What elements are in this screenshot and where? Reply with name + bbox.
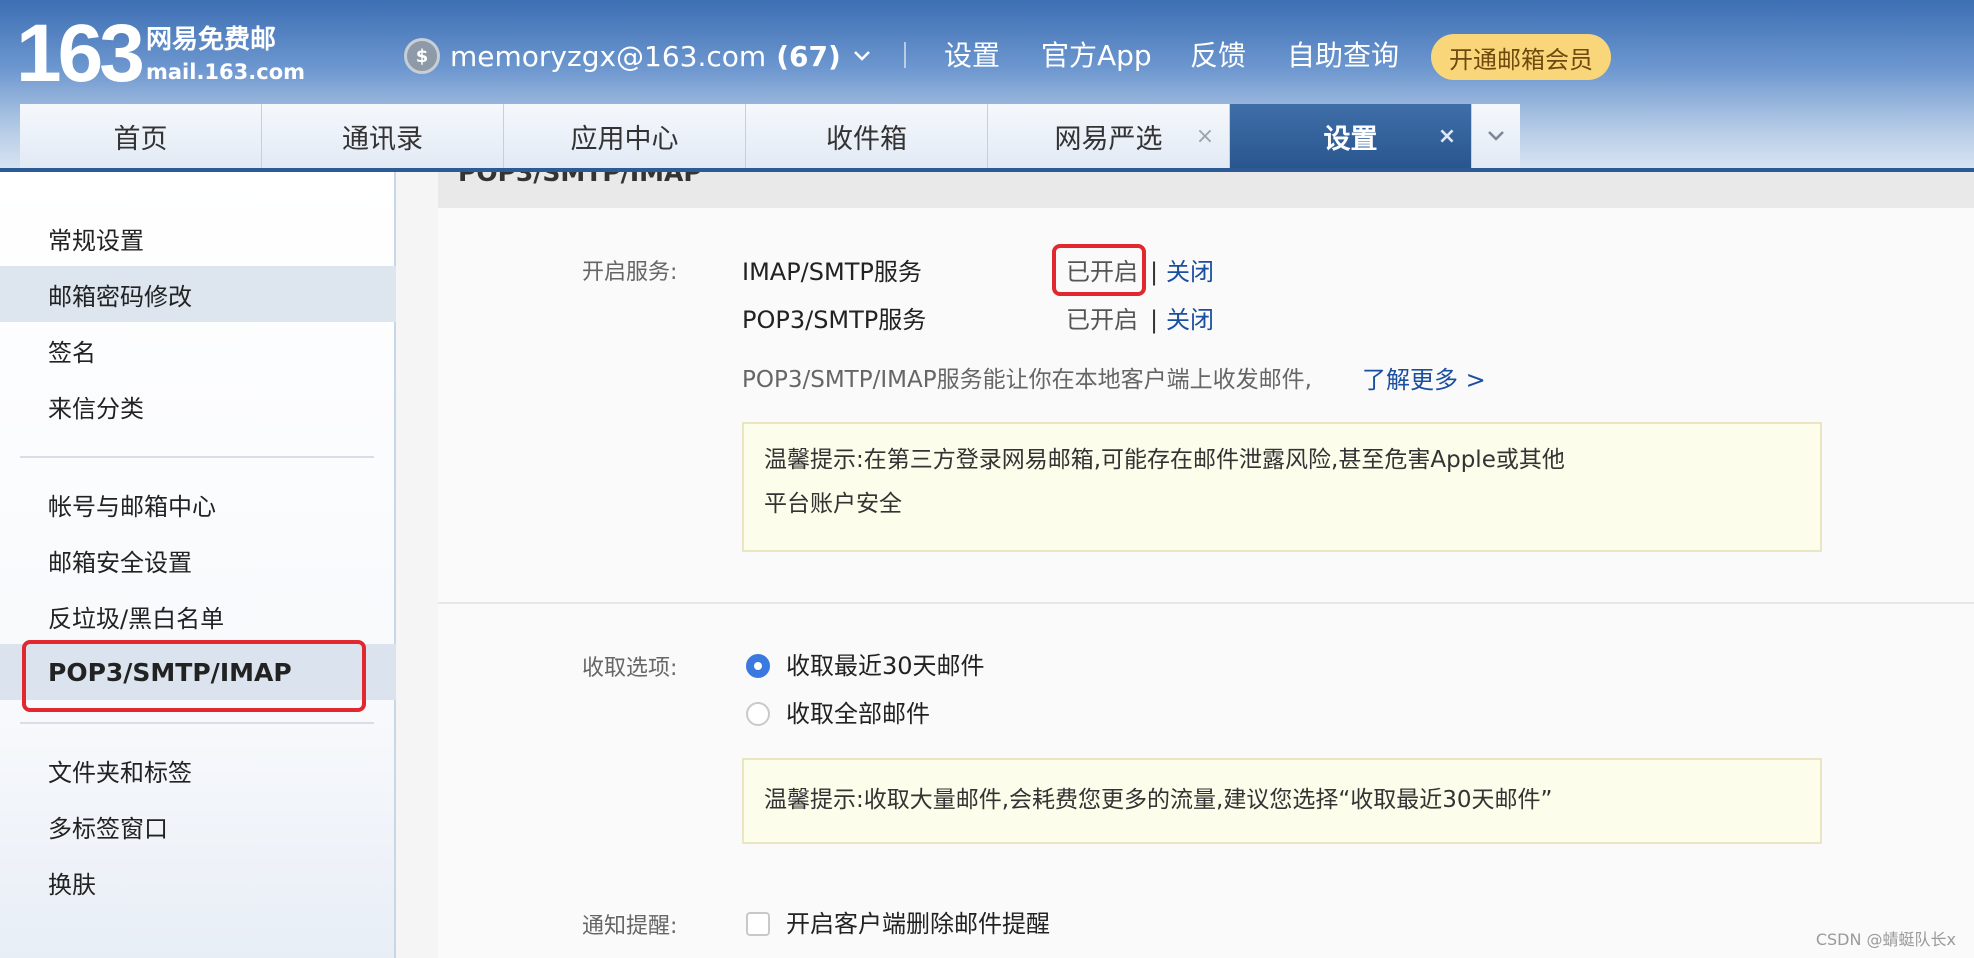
pop3-close-link[interactable]: 关闭 (1166, 304, 1214, 336)
close-icon[interactable]: × (1193, 124, 1217, 149)
unread-count: (67) (776, 39, 841, 73)
header-divider (904, 42, 906, 68)
imap-close-link[interactable]: 关闭 (1166, 256, 1214, 288)
account-avatar-icon: $ (404, 38, 440, 74)
services-label: 开启服务: (582, 260, 678, 285)
pop3-service-name: POP3/SMTP服务 (742, 306, 927, 334)
sidebar-item-multi-tab[interactable]: 多标签窗口 (0, 798, 396, 854)
sidebar-item-mail-filter[interactable]: 来信分类 (0, 378, 396, 434)
sidebar-divider (20, 722, 374, 724)
sidebar-item-folders-labels[interactable]: 文件夹和标签 (0, 742, 396, 798)
logo-name[interactable]: 网易免费邮 (146, 24, 276, 56)
security-tip-box: 温馨提示:在第三方登录网易邮箱,可能存在邮件泄露风险,甚至危害Apple或其他 … (742, 422, 1822, 552)
tab-bar: 首页 通讯录 应用中心 收件箱 网易严选 × 设置 × (20, 104, 1520, 168)
vip-membership-button[interactable]: 开通邮箱会员 (1431, 34, 1611, 80)
sidebar-divider (20, 456, 374, 458)
tip-text: 温馨提示:在第三方登录网易邮箱,可能存在邮件泄露风险,甚至危害Apple或其他 (764, 447, 1565, 473)
tab-contacts[interactable]: 通讯录 (262, 104, 504, 168)
tip-text: 温馨提示:收取大量邮件,会耗费您更多的流量,建议您选择“收取最近30天邮件” (764, 787, 1553, 813)
tab-label: 收件箱 (826, 123, 907, 155)
radio-all-mail[interactable] (746, 702, 770, 726)
logo-domain[interactable]: mail.163.com (146, 58, 305, 86)
notify-label: 通知提醒: (582, 914, 678, 939)
tab-settings[interactable]: 设置 × (1230, 104, 1472, 168)
traffic-tip-box: 温馨提示:收取大量邮件,会耗费您更多的流量,建议您选择“收取最近30天邮件” (742, 758, 1822, 844)
tab-label: 首页 (113, 123, 168, 155)
radio-label[interactable]: 收取全部邮件 (786, 698, 930, 730)
section-header: POP3/SMTP/IMAP (438, 172, 1974, 208)
header-link-self-service[interactable]: 自助查询 (1287, 36, 1399, 76)
tab-app-center[interactable]: 应用中心 (504, 104, 746, 168)
chevron-down-icon (1487, 127, 1505, 146)
radio-label[interactable]: 收取最近30天邮件 (786, 650, 985, 682)
separator: | (1150, 306, 1159, 334)
watermark: CSDN @蜻蜓队长x (1815, 930, 1956, 949)
highlight-annotation (1052, 244, 1146, 296)
sidebar-item-account-center[interactable]: 帐号与邮箱中心 (0, 476, 396, 532)
service-description: POP3/SMTP/IMAP服务能让你在本地客户端上收发邮件, (742, 367, 1312, 393)
tab-label: 网易严选 (1054, 123, 1163, 155)
separator: | (1150, 258, 1159, 286)
sidebar-item-signature[interactable]: 签名 (0, 322, 396, 378)
header-link-settings[interactable]: 设置 (944, 36, 1000, 76)
tab-yanxuan[interactable]: 网易严选 × (988, 104, 1230, 168)
chevron-down-icon[interactable] (851, 45, 873, 67)
header-link-feedback[interactable]: 反馈 (1190, 36, 1246, 76)
logo-163[interactable]: 163 (16, 4, 145, 104)
settings-sidebar: 常规设置 邮箱密码修改 签名 来信分类 帐号与邮箱中心 邮箱安全设置 反垃圾/黑… (0, 172, 396, 958)
sidebar-item-pop3-smtp-imap[interactable]: POP3/SMTP/IMAP (0, 640, 396, 712)
more-tabs-button[interactable] (1472, 104, 1520, 168)
receive-label: 收取选项: (582, 656, 678, 681)
close-icon[interactable]: × (1435, 124, 1459, 149)
account-email: memoryzgx@163.com (450, 39, 767, 73)
sidebar-item-skin[interactable]: 换肤 (0, 854, 396, 910)
sidebar-item-security[interactable]: 邮箱安全设置 (0, 532, 396, 588)
learn-more-link[interactable]: 了解更多 > (1362, 364, 1486, 396)
settings-content: POP3/SMTP/IMAP 开启服务: IMAP/SMTP服务 已开启 | 关… (438, 172, 1974, 958)
tab-label: 通讯录 (342, 123, 423, 155)
sidebar-item-antispam[interactable]: 反垃圾/黑白名单 (0, 588, 396, 644)
pop3-status: 已开启 (1066, 306, 1138, 334)
delete-reminder-checkbox[interactable] (746, 912, 770, 936)
sidebar-item-password[interactable]: 邮箱密码修改 (0, 266, 396, 322)
tab-inbox[interactable]: 收件箱 (746, 104, 988, 168)
header-link-app[interactable]: 官方App (1041, 36, 1152, 76)
radio-recent-30-days[interactable] (746, 654, 770, 678)
top-header: 163 网易免费邮 mail.163.com $ memoryzgx@163.c… (0, 0, 1974, 172)
section-divider (438, 602, 1974, 604)
imap-service-name: IMAP/SMTP服务 (742, 258, 922, 286)
tab-label: 应用中心 (570, 123, 679, 155)
account-switcher[interactable]: $ memoryzgx@163.com (67) (404, 36, 873, 76)
section-title: POP3/SMTP/IMAP (458, 172, 702, 187)
tab-home[interactable]: 首页 (20, 104, 262, 168)
tab-label: 设置 (1323, 123, 1378, 155)
sidebar-item-general[interactable]: 常规设置 (0, 210, 396, 266)
checkbox-label[interactable]: 开启客户端删除邮件提醒 (786, 908, 1050, 940)
tip-text: 平台账户安全 (764, 491, 902, 517)
